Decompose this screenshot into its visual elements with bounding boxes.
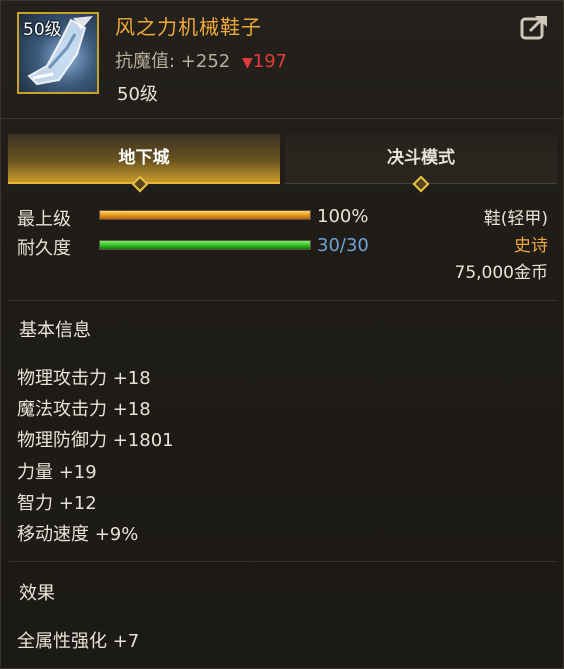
grade-value: 100% [317, 206, 369, 227]
item-price: 75,000金币 [454, 263, 548, 283]
durability-value: 30/30 [317, 235, 369, 256]
attr-line: 魔法攻击力 +18 [17, 399, 151, 420]
resist-down-indicator: ▼197 [242, 51, 287, 72]
divider [1, 118, 564, 119]
divider [9, 300, 557, 301]
item-level-badge: 50级 [23, 20, 62, 40]
down-triangle-icon: ▼ [241, 55, 253, 71]
share-button[interactable] [520, 13, 550, 41]
item-rarity: 史诗 [514, 236, 548, 256]
item-type: 鞋(轻甲) [483, 209, 548, 229]
item-name: 风之力机械鞋子 [115, 15, 262, 39]
grade-bar-fill [100, 211, 310, 219]
grade-bar [99, 210, 311, 220]
grade-label: 最上级 [17, 209, 71, 230]
durability-bar [99, 240, 311, 250]
attr-line: 力量 +19 [17, 462, 97, 483]
attr-line: 物理防御力 +1801 [17, 430, 174, 451]
mechanical-boots-icon: 50级 [17, 12, 99, 94]
divider [9, 561, 557, 562]
magic-resist-value: 抗魔值: +252 [115, 51, 231, 72]
share-icon [520, 16, 547, 40]
mode-tabs: 地下城 决斗模式 [8, 134, 557, 184]
attr-line: 移动速度 +9% [17, 524, 139, 545]
attr-line: 物理攻击力 +18 [17, 368, 151, 389]
resist-down-value: 197 [252, 51, 288, 72]
durability-label: 耐久度 [17, 238, 71, 259]
tab-dungeon[interactable]: 地下城 [8, 134, 280, 184]
magic-resist-line: 抗魔值: +252 ▼197 [115, 47, 287, 73]
effects-title: 效果 [19, 583, 55, 604]
basic-info-title: 基本信息 [19, 320, 91, 341]
item-tooltip-panel: 50级 风之力机械鞋子 抗魔值: +252 ▼197 50级 地下城 决斗模式 … [0, 0, 564, 669]
required-level: 50级 [117, 84, 158, 105]
effect-line: 全属性强化 +7 [17, 631, 140, 652]
durability-bar-fill [100, 241, 310, 249]
attr-line: 智力 +12 [17, 493, 97, 514]
